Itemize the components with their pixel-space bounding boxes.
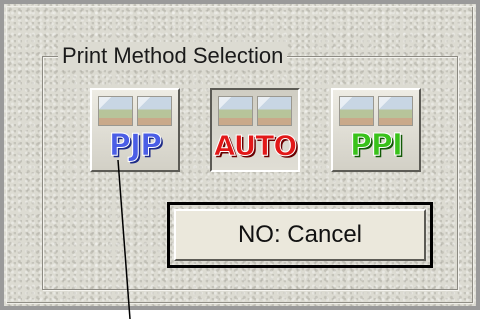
callout-pointer-line <box>117 159 131 319</box>
callout-line <box>117 159 131 319</box>
